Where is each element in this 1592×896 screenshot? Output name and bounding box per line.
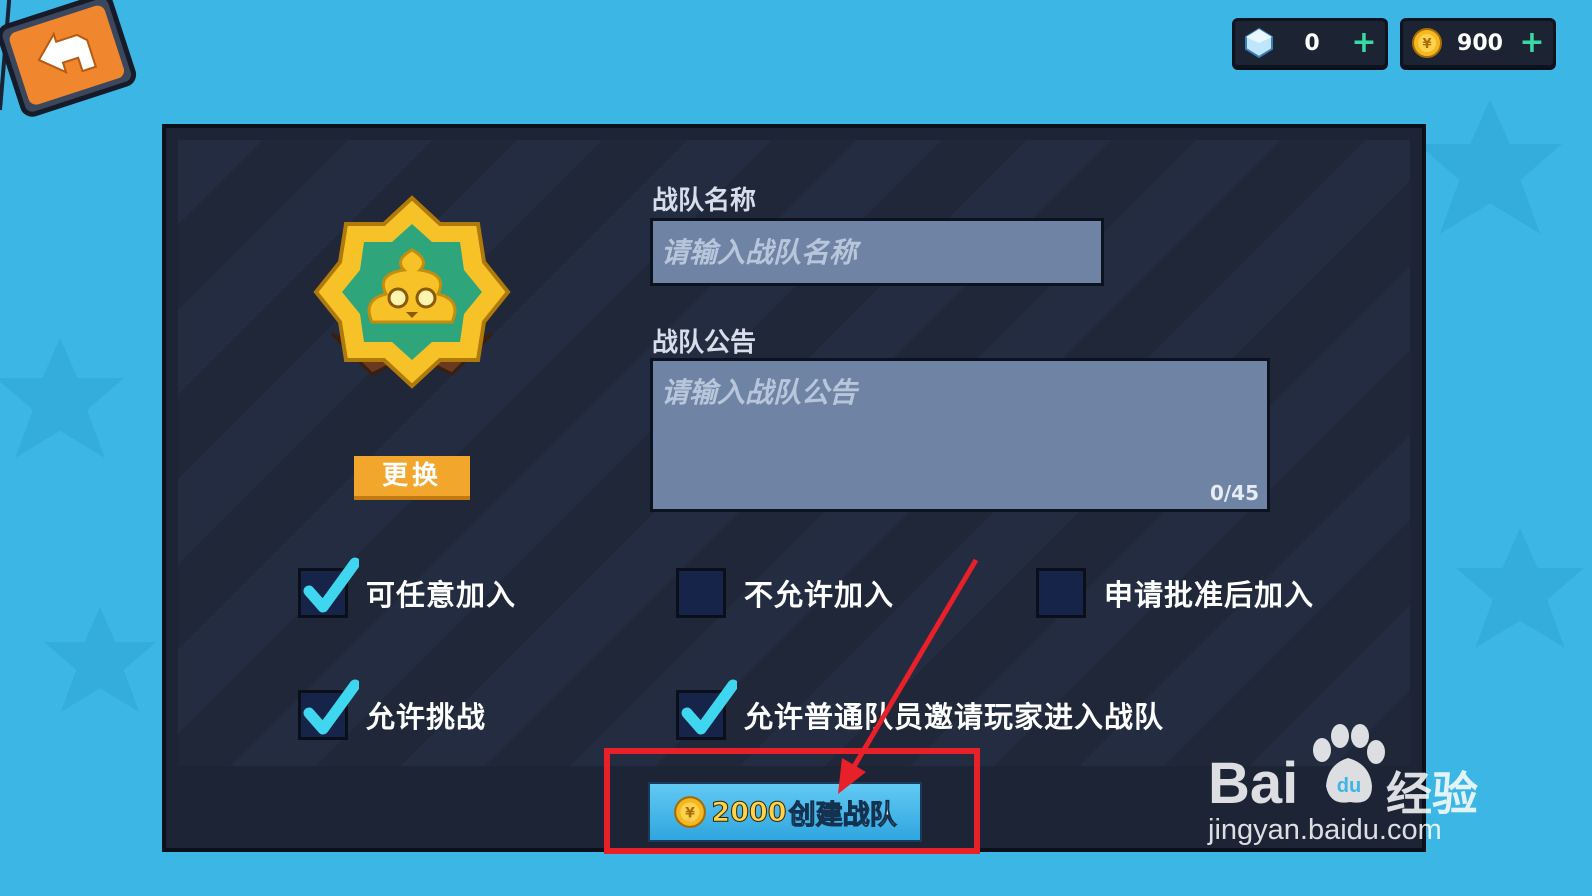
join-option-approval-checkbox[interactable] xyxy=(1036,568,1086,618)
join-option-closed[interactable]: 不允许加入 xyxy=(676,568,894,618)
allow-challenge-option[interactable]: 允许挑战 xyxy=(298,679,487,740)
checkmark-icon xyxy=(681,679,737,735)
notice-char-counter: 0/45 xyxy=(1209,481,1259,505)
svg-text:¥: ¥ xyxy=(1422,37,1431,52)
allow-challenge-checkbox[interactable] xyxy=(298,679,359,740)
join-option-approval[interactable]: 申请批准后加入 xyxy=(1036,568,1314,618)
annotation-highlight-box xyxy=(604,748,980,854)
checkmark-icon xyxy=(303,679,359,735)
add-gem-button[interactable]: + xyxy=(1349,28,1379,58)
allow-member-invite-label: 允许普通队员邀请玩家进入战队 xyxy=(744,700,1165,734)
svg-text:du: du xyxy=(1337,775,1361,797)
join-option-approval-label: 申请批准后加入 xyxy=(1104,578,1315,612)
team-name-input[interactable]: 请输入战队名称 xyxy=(650,218,1104,286)
back-arrow-icon xyxy=(0,0,137,117)
join-option-free-label: 可任意加入 xyxy=(366,578,517,612)
star-badge-watermark-icon xyxy=(44,607,156,712)
star-badge-watermark-icon xyxy=(1456,528,1584,648)
gold-amount: 900 xyxy=(1457,30,1503,56)
watermark-brand: Bai xyxy=(1208,751,1299,816)
team-emblem[interactable] xyxy=(312,194,512,394)
team-name-placeholder: 请输入战队名称 xyxy=(661,236,858,269)
gem-icon xyxy=(1245,27,1273,59)
poop-emblem-icon xyxy=(313,195,511,389)
gold-coin-icon: ¥ xyxy=(1412,28,1442,58)
allow-member-invite-option[interactable]: 允许普通队员邀请玩家进入战队 xyxy=(676,679,1165,740)
join-option-free-checkbox[interactable] xyxy=(298,557,359,618)
star-badge-watermark-icon xyxy=(1418,99,1562,234)
change-emblem-button[interactable]: 更换 xyxy=(354,456,470,500)
allow-challenge-label: 允许挑战 xyxy=(366,700,487,734)
gem-amount: 0 xyxy=(1304,30,1320,56)
join-option-free[interactable]: 可任意加入 xyxy=(298,557,517,618)
team-name-label: 战队名称 xyxy=(652,186,757,216)
paw-logo-icon: du xyxy=(1313,724,1385,803)
watermark-url: jingyan.baidu.com xyxy=(1208,814,1442,846)
baidu-jingyan-watermark: du Bai 经验 jingyan.baidu.com xyxy=(1208,720,1498,860)
add-gold-button[interactable]: + xyxy=(1517,28,1547,58)
star-badge-watermark-icon xyxy=(0,338,124,458)
allow-member-invite-checkbox[interactable] xyxy=(676,679,737,740)
join-option-closed-checkbox[interactable] xyxy=(676,568,726,618)
team-notice-placeholder: 请输入战队公告 xyxy=(661,376,858,409)
team-notice-label: 战队公告 xyxy=(652,328,757,358)
join-option-closed-label: 不允许加入 xyxy=(744,578,895,612)
gold-currency-bar: ¥ 900 + xyxy=(1400,18,1556,68)
back-button[interactable] xyxy=(0,0,140,125)
team-notice-textarea[interactable]: 请输入战队公告 0/45 xyxy=(650,358,1270,512)
checkmark-icon xyxy=(303,557,359,613)
gem-currency-bar: 0 + xyxy=(1232,18,1388,68)
